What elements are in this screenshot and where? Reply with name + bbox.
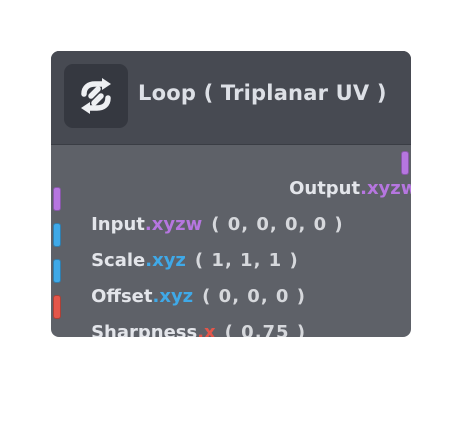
node-title: Loop ( Triplanar UV ): [138, 81, 387, 105]
scale-port-handle[interactable]: [53, 223, 61, 247]
node-header[interactable]: Loop ( Triplanar UV ): [51, 51, 411, 144]
offset-port[interactable]: Offset.xyz( 0, 0, 0 ): [66, 258, 306, 307]
header-divider: [51, 144, 411, 145]
sharpness-port[interactable]: Sharpness.x ( 0.75 ): [66, 294, 306, 337]
loop-node[interactable]: Loop ( Triplanar UV ) Output.xyzw Input.…: [51, 51, 411, 337]
input-port[interactable]: Input.xyzw( 0, 0, 0, 0 ): [66, 186, 344, 235]
sharpness-port-handle[interactable]: [53, 295, 61, 319]
output-port-swizzle: .xyzw: [360, 178, 411, 199]
input-port-handle[interactable]: [53, 187, 61, 211]
loop-arrows-icon: [64, 64, 128, 128]
sharpness-port-name: Sharpness: [91, 322, 198, 337]
sharpness-port-swizzle: .x: [197, 322, 216, 337]
offset-port-handle[interactable]: [53, 259, 61, 283]
output-port[interactable]: Output.xyzw: [264, 150, 411, 199]
scale-port[interactable]: Scale.xyz( 1, 1, 1 ): [66, 222, 299, 271]
output-port-handle[interactable]: [401, 151, 409, 175]
sharpness-port-default[interactable]: ( 0.75 ): [225, 322, 306, 337]
